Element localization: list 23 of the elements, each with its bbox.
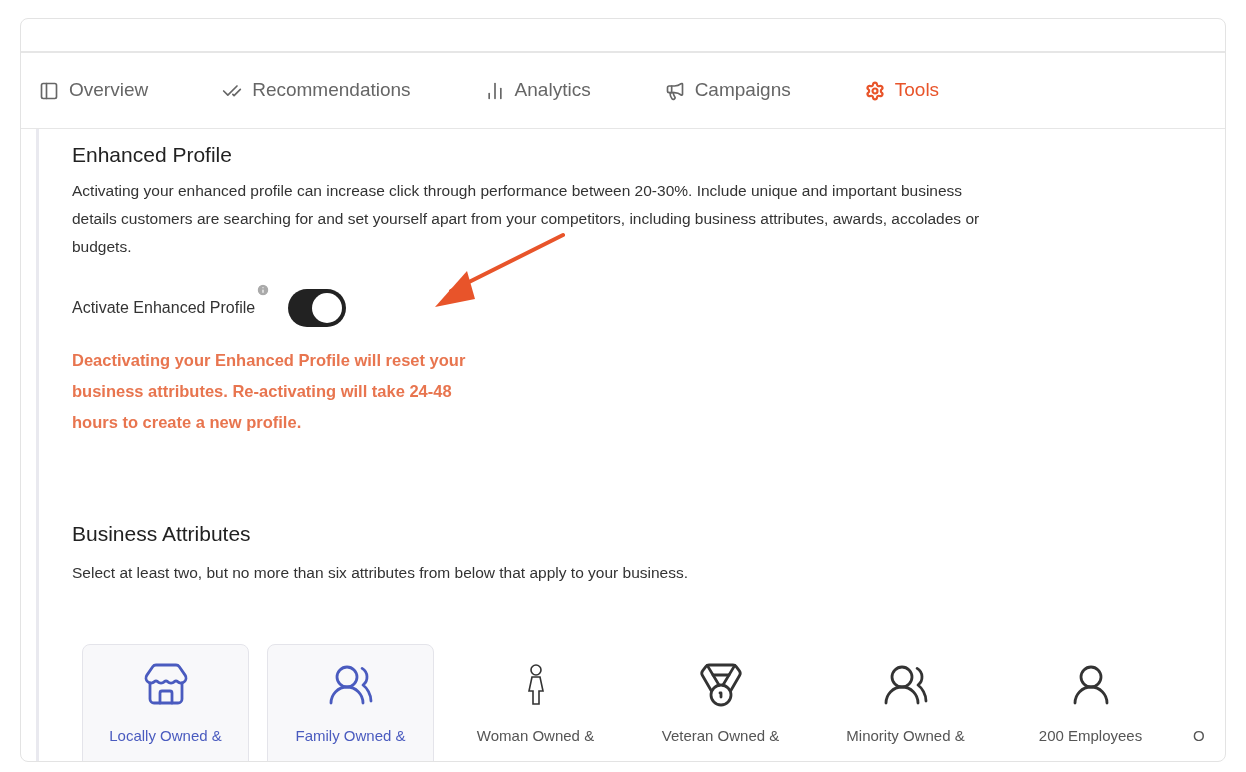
- settings-icon: [864, 80, 885, 101]
- nav-tab[interactable]: Overview: [39, 76, 149, 105]
- attribute-card[interactable]: Minority Owned &: [822, 644, 989, 761]
- attribute-card[interactable]: 200 Employees: [1007, 644, 1174, 761]
- nav-tab[interactable]: Analytics: [484, 76, 591, 105]
- toggle-switch[interactable]: [288, 288, 347, 327]
- attribute-card[interactable]: O: [1192, 644, 1225, 761]
- attribute-card[interactable]: Locally Owned &: [82, 644, 249, 761]
- warning-text: Deactivating your Enhanced Profile will reset your business attributes. Re-activating will take 24-48 hours to create a new profile.: [72, 349, 467, 433]
- toggle-label: Activate Enhanced Profile: [72, 297, 256, 318]
- nav-tab[interactable]: Campaigns: [664, 76, 791, 105]
- attribute-card[interactable]: Family Owned &: [267, 644, 434, 761]
- section-title: Business Attributes: [72, 520, 252, 547]
- info-icon: [256, 282, 271, 297]
- nav-tab[interactable]: Recommendations: [222, 76, 411, 105]
- attribute-card[interactable]: Veteran Owned &: [637, 644, 804, 761]
- nav-tab[interactable]: Tools: [864, 76, 940, 105]
- megaphone-icon: [664, 80, 685, 101]
- section-title: Enhanced Profile: [72, 142, 233, 168]
- description-text: Activating your enhanced profile can increase click through performance between 20-30%. Include unique and important business details customers are searching for and set yourself apart from your competitors, including business attributes, awards, accolades or budgets.: [72, 180, 981, 257]
- attribute-card[interactable]: Woman Owned &: [452, 644, 619, 761]
- panel-icon: [39, 80, 59, 101]
- description-text: Select at least two, but no more than six attributes from below that apply to your business.: [72, 563, 689, 583]
